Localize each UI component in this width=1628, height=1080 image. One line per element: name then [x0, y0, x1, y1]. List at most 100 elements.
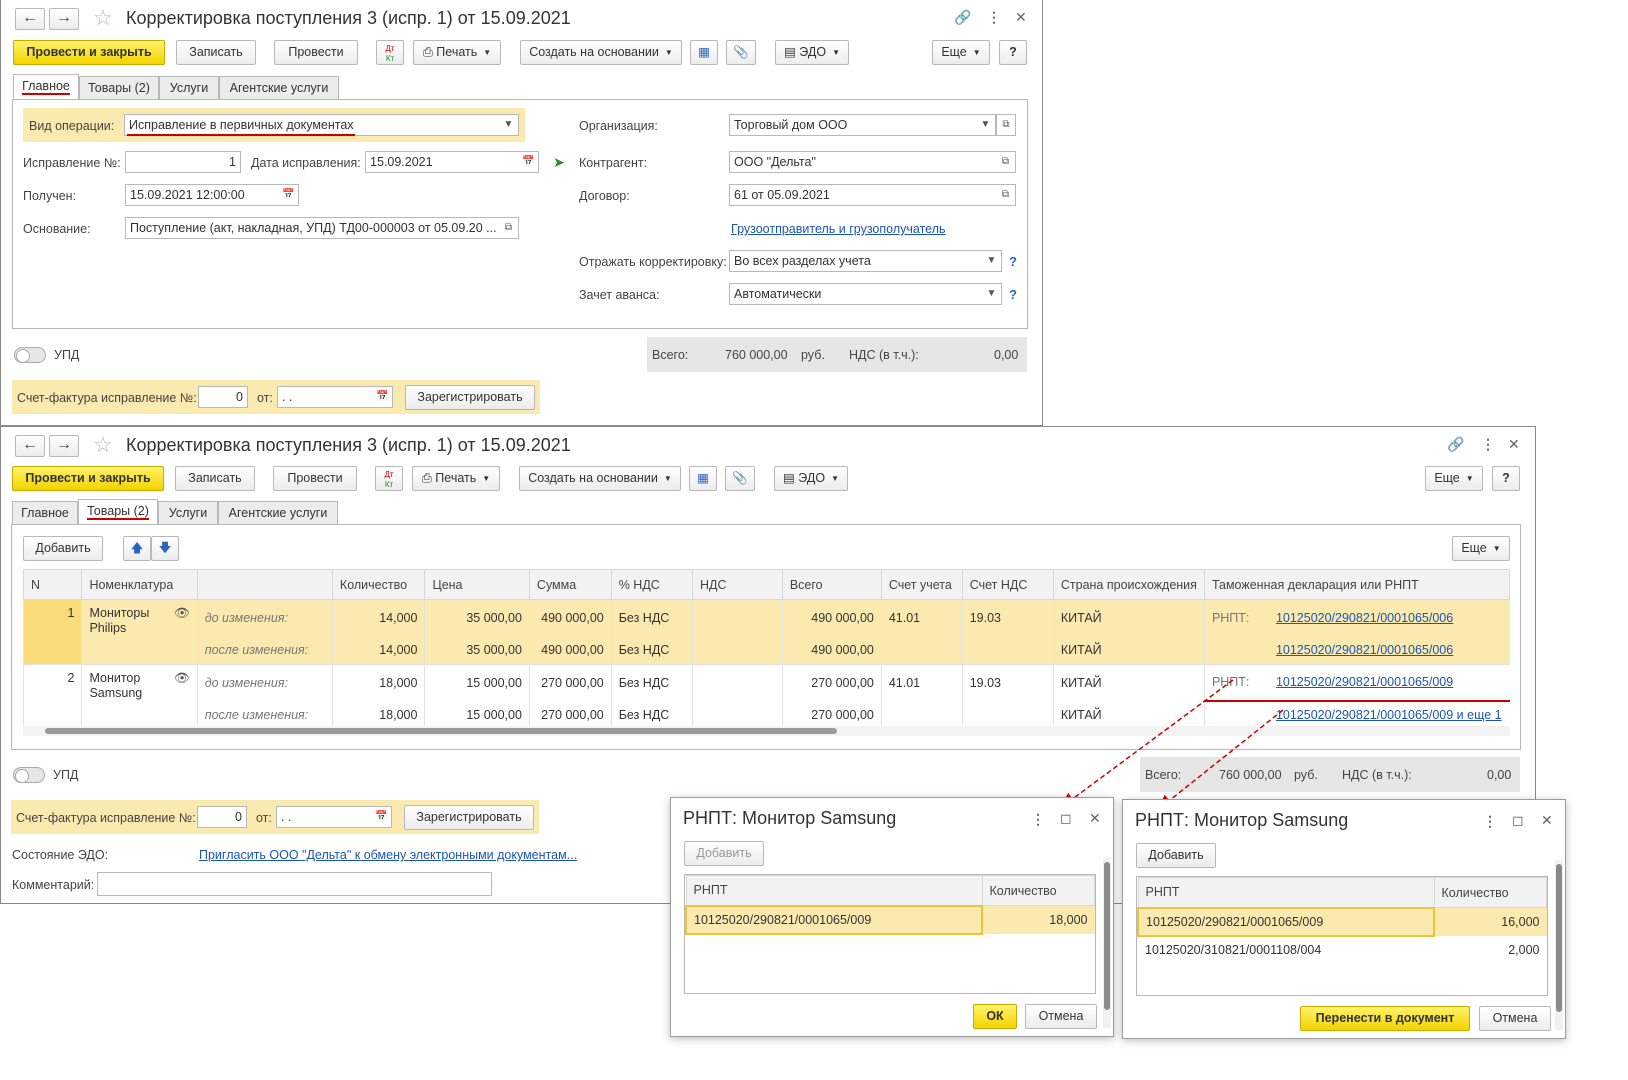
edo-invite-link[interactable]: Пригласить ООО "Дельта" к обмену электро…: [199, 848, 577, 862]
contractor-input[interactable]: ООО "Дельта": [729, 151, 997, 173]
col-price[interactable]: Цена: [424, 569, 530, 600]
received-input[interactable]: 15.09.2021 12:00:00: [125, 184, 281, 206]
upd-toggle[interactable]: [14, 347, 46, 363]
col-vat[interactable]: НДС: [692, 569, 783, 600]
post-button[interactable]: Провести: [273, 466, 357, 491]
more-vertical-icon[interactable]: ⋮: [1481, 436, 1495, 453]
print-button[interactable]: ⎙ Печать ▼: [412, 466, 500, 491]
attach-button[interactable]: 📎: [725, 466, 755, 491]
rnpt-link[interactable]: 10125020/290821/0001065/006: [1276, 611, 1453, 625]
calendar-icon[interactable]: 📅: [372, 806, 392, 828]
dt-kt-button[interactable]: Дт Кт: [375, 466, 403, 491]
calendar-icon[interactable]: 📅: [373, 386, 393, 408]
move-up-button[interactable]: 🡅: [123, 536, 151, 561]
upd-toggle[interactable]: [13, 767, 45, 783]
vertical-scrollbar[interactable]: [1555, 860, 1563, 1030]
tab-agent-services[interactable]: Агентские услуги: [218, 501, 338, 525]
col-sum[interactable]: Сумма: [528, 569, 612, 600]
vertical-scrollbar[interactable]: [1103, 858, 1111, 1028]
forward-button[interactable]: →: [49, 8, 79, 30]
tab-agent-services[interactable]: Агентские услуги: [219, 76, 339, 100]
tab-services[interactable]: Услуги: [158, 501, 218, 525]
post-and-close-button[interactable]: Провести и закрыть: [12, 466, 164, 491]
maximize-icon[interactable]: ◻: [1512, 812, 1524, 829]
scrollbar-thumb[interactable]: [1104, 862, 1110, 1010]
rnpt-link[interactable]: 10125020/290821/0001065/006: [1276, 643, 1453, 657]
scrollbar-thumb[interactable]: [45, 728, 837, 734]
post-and-close-button[interactable]: Провести и закрыть: [13, 40, 165, 65]
help-icon[interactable]: ?: [1009, 287, 1017, 302]
register-button[interactable]: Зарегистрировать: [404, 805, 534, 830]
forward-button[interactable]: →: [49, 435, 79, 457]
open-icon[interactable]: ⧉: [499, 217, 519, 239]
tab-main[interactable]: Главное: [12, 501, 78, 525]
shipper-link[interactable]: Грузоотправитель и грузополучатель: [731, 222, 946, 236]
maximize-icon[interactable]: ◻: [1060, 810, 1072, 827]
add-row-button[interactable]: Добавить: [23, 536, 103, 561]
transfer-to-document-button[interactable]: Перенести в документ: [1300, 1006, 1470, 1031]
tab-services[interactable]: Услуги: [159, 76, 219, 100]
cancel-button[interactable]: Отмена: [1025, 1004, 1097, 1029]
structure-button[interactable]: ▦: [690, 40, 718, 65]
invoice-no-input[interactable]: 0: [198, 386, 248, 408]
col-nomenclature[interactable]: Номенклатура: [81, 569, 198, 600]
col-account[interactable]: Счет учета: [880, 569, 963, 600]
table-row[interactable]: 1 Мониторы 👁 Philips до изменения: 14,000…: [22, 599, 1510, 636]
post-button[interactable]: Провести: [274, 40, 358, 65]
scrollbar-thumb[interactable]: [1556, 864, 1562, 1012]
col-country[interactable]: Страна происхождения: [1052, 569, 1205, 600]
edo-button[interactable]: ▤ ЭДО ▼: [775, 40, 849, 65]
more-vertical-icon[interactable]: ⋮: [987, 9, 1001, 26]
col-n[interactable]: N: [22, 569, 83, 600]
open-icon[interactable]: ⧉: [996, 114, 1016, 136]
col-qty[interactable]: Количество: [981, 875, 1095, 906]
cancel-button[interactable]: Отмена: [1479, 1006, 1551, 1031]
more-vertical-icon[interactable]: ⋮: [1031, 811, 1045, 828]
link-icon[interactable]: 🔗: [954, 9, 971, 26]
op-type-dropdown-icon[interactable]: ▼: [499, 114, 519, 136]
rnpt-link[interactable]: 10125020/290821/0001065/009: [1276, 675, 1453, 689]
col-rnpt[interactable]: РНПТ: [1137, 877, 1435, 908]
register-button[interactable]: Зарегистрировать: [405, 385, 535, 410]
print-button[interactable]: ⎙ Печать ▼: [413, 40, 501, 65]
close-icon[interactable]: ✕: [1508, 436, 1520, 453]
tab-goods[interactable]: Товары (2): [78, 499, 158, 525]
favorite-star-icon[interactable]: ☆: [93, 432, 113, 458]
col-rnpt[interactable]: РНПТ: [685, 875, 983, 906]
open-icon[interactable]: ⧉: [996, 151, 1016, 173]
invoice-date-input[interactable]: . .: [277, 386, 375, 408]
close-icon[interactable]: ✕: [1089, 810, 1101, 827]
advance-select[interactable]: Автоматически: [729, 283, 983, 305]
structure-button[interactable]: ▦: [689, 466, 717, 491]
reflect-select[interactable]: Во всех разделах учета: [729, 250, 983, 272]
col-vat-rate[interactable]: % НДС: [610, 569, 694, 600]
invoice-date-input[interactable]: . .: [276, 806, 374, 828]
calendar-icon[interactable]: 📅: [519, 151, 539, 173]
save-button[interactable]: Записать: [176, 40, 256, 65]
dropdown-icon[interactable]: ▼: [976, 114, 996, 136]
col-total[interactable]: Всего: [781, 569, 882, 600]
contract-input[interactable]: 61 от 05.09.2021: [729, 184, 997, 206]
ok-button[interactable]: ОК: [973, 1004, 1017, 1029]
table-row[interactable]: 10125020/310821/0001108/004 2,000: [1138, 936, 1547, 964]
move-down-button[interactable]: 🡇: [151, 536, 179, 561]
dt-kt-button[interactable]: Дт Кт: [376, 40, 404, 65]
more-vertical-icon[interactable]: ⋮: [1483, 813, 1497, 830]
link-icon[interactable]: 🔗: [1447, 436, 1464, 453]
col-declaration[interactable]: Таможенная декларация или РНПТ: [1203, 569, 1511, 600]
col-vat-account[interactable]: Счет НДС: [961, 569, 1054, 600]
org-select[interactable]: Торговый дом ООО: [729, 114, 977, 136]
create-basis-button[interactable]: Создать на основании ▼: [519, 466, 681, 491]
more-button[interactable]: Еще ▼: [1425, 466, 1483, 491]
table-row[interactable]: после изменения: 14,000 35 000,00 490 00…: [22, 636, 1510, 664]
table-row[interactable]: 10125020/290821/0001065/009 16,000: [1137, 906, 1547, 937]
col-qty[interactable]: Количество: [1433, 877, 1547, 908]
save-button[interactable]: Записать: [175, 466, 255, 491]
create-basis-button[interactable]: Создать на основании ▼: [520, 40, 682, 65]
eye-icon[interactable]: 👁: [174, 606, 190, 621]
corr-no-input[interactable]: 1: [125, 151, 241, 173]
help-icon[interactable]: ?: [1009, 254, 1017, 269]
add-button[interactable]: Добавить: [1136, 843, 1216, 868]
edo-button[interactable]: ▤ ЭДО ▼: [774, 466, 848, 491]
table-row[interactable]: 10125020/290821/0001065/009 18,000: [685, 904, 1095, 935]
